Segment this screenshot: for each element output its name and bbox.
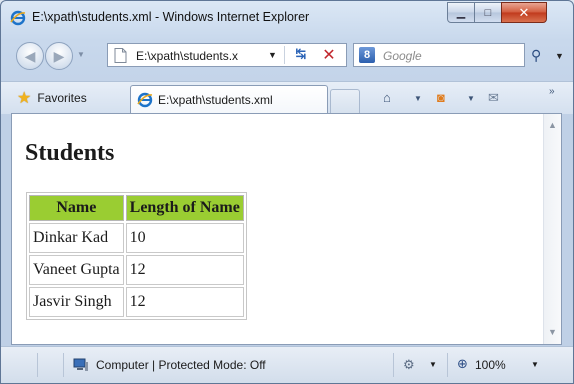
status-divider [63, 353, 64, 377]
student-name-cell: Dinkar Kad [29, 223, 124, 253]
document-icon [114, 48, 127, 63]
table-row: Jasvir Singh 12 [29, 287, 244, 317]
table-header-row: Name Length of Name [29, 195, 244, 221]
minimize-icon: ▁ [456, 7, 466, 19]
zoom-level[interactable]: 100% [475, 358, 506, 372]
recent-pages-dropdown-icon[interactable]: ▼ [77, 50, 85, 59]
search-icon[interactable]: ⚲ [531, 47, 541, 64]
address-bar[interactable]: E:\xpath\students.x ▼ ↹ ✕ [107, 43, 347, 67]
status-bar: Computer | Protected Mode: Off ⚙ ▼ ⊕ 100… [1, 346, 573, 383]
feeds-dropdown-icon[interactable]: ▼ [467, 94, 475, 103]
tab-label: E:\xpath\students.xml [158, 93, 273, 107]
column-header-length: Length of Name [125, 195, 244, 221]
status-divider [393, 353, 394, 377]
home-dropdown-icon[interactable]: ▼ [414, 94, 422, 103]
table-row: Dinkar Kad 10 [29, 223, 244, 253]
search-input[interactable]: Google [383, 49, 422, 63]
more-commands-icon[interactable]: » [549, 86, 555, 97]
column-header-name: Name [29, 195, 124, 221]
table-row: Vaneet Gupta 12 [29, 255, 244, 285]
ie-logo-icon [137, 92, 153, 108]
address-dropdown-icon[interactable]: ▼ [268, 50, 277, 60]
window-title: E:\xpath\students.xml - Windows Internet… [32, 10, 310, 24]
close-icon: ✕ [518, 4, 530, 20]
favorites-button[interactable]: ★ Favorites [17, 89, 87, 107]
new-tab-button[interactable] [330, 89, 360, 114]
home-icon[interactable]: ⌂ [383, 90, 391, 105]
maximize-button[interactable]: □ [474, 2, 502, 23]
name-length-cell: 12 [125, 287, 244, 317]
google-icon[interactable]: 8 [359, 47, 375, 63]
student-name-cell: Vaneet Gupta [29, 255, 124, 285]
scroll-up-icon[interactable]: ▲ [548, 120, 557, 130]
maximize-icon: □ [484, 6, 492, 19]
address-divider [284, 46, 285, 64]
refresh-icon[interactable]: ↹ [290, 46, 312, 64]
star-icon: ★ [17, 90, 32, 107]
search-box[interactable]: 8 Google [353, 43, 525, 67]
students-table: Name Length of Name Dinkar Kad 10 Vaneet… [26, 192, 247, 320]
tab-students-xml[interactable]: E:\xpath\students.xml [130, 85, 328, 114]
protected-mode-dropdown-icon[interactable]: ▼ [429, 360, 437, 369]
vertical-scrollbar[interactable]: ▲ ▼ [543, 114, 561, 344]
favorites-label: Favorites [37, 91, 87, 105]
favorites-bar: ★ Favorites E:\xpath\students.xml ⌂ ▼ ◙ … [1, 81, 573, 114]
back-arrow-icon: ◀ [24, 47, 36, 64]
title-bar: E:\xpath\students.xml - Windows Internet… [1, 1, 573, 35]
stop-icon[interactable]: ✕ [318, 45, 340, 65]
security-zone-label: Computer | Protected Mode: Off [96, 358, 266, 372]
scroll-down-icon[interactable]: ▼ [548, 327, 557, 337]
navigation-bar: ◀ ▶ ▼ E:\xpath\students.x ▼ ↹ ✕ 8 Google… [1, 39, 573, 73]
student-name-cell: Jasvir Singh [29, 287, 124, 317]
mail-icon[interactable]: ✉ [488, 90, 499, 106]
computer-icon [73, 358, 88, 371]
search-options-dropdown-icon[interactable]: ▼ [555, 51, 564, 61]
page-title: Students [25, 140, 115, 166]
minimize-button[interactable]: ▁ [447, 2, 475, 23]
forward-arrow-icon: ▶ [53, 47, 65, 64]
name-length-cell: 12 [125, 255, 244, 285]
close-button[interactable]: ✕ [501, 2, 547, 23]
status-divider [37, 353, 38, 377]
back-button[interactable]: ◀ [16, 42, 44, 70]
browser-window: E:\xpath\students.xml - Windows Internet… [0, 0, 574, 384]
feeds-icon[interactable]: ◙ [437, 90, 445, 105]
zoom-icon[interactable]: ⊕ [457, 356, 468, 372]
forward-button[interactable]: ▶ [45, 42, 73, 70]
address-input[interactable]: E:\xpath\students.x [136, 49, 238, 63]
status-divider [447, 353, 448, 377]
ie-logo-icon [10, 10, 26, 26]
page-content: Students Name Length of Name Dinkar Kad … [11, 113, 562, 345]
zoom-dropdown-icon[interactable]: ▼ [531, 360, 539, 369]
protected-mode-icon[interactable]: ⚙ [403, 357, 415, 373]
name-length-cell: 10 [125, 223, 244, 253]
